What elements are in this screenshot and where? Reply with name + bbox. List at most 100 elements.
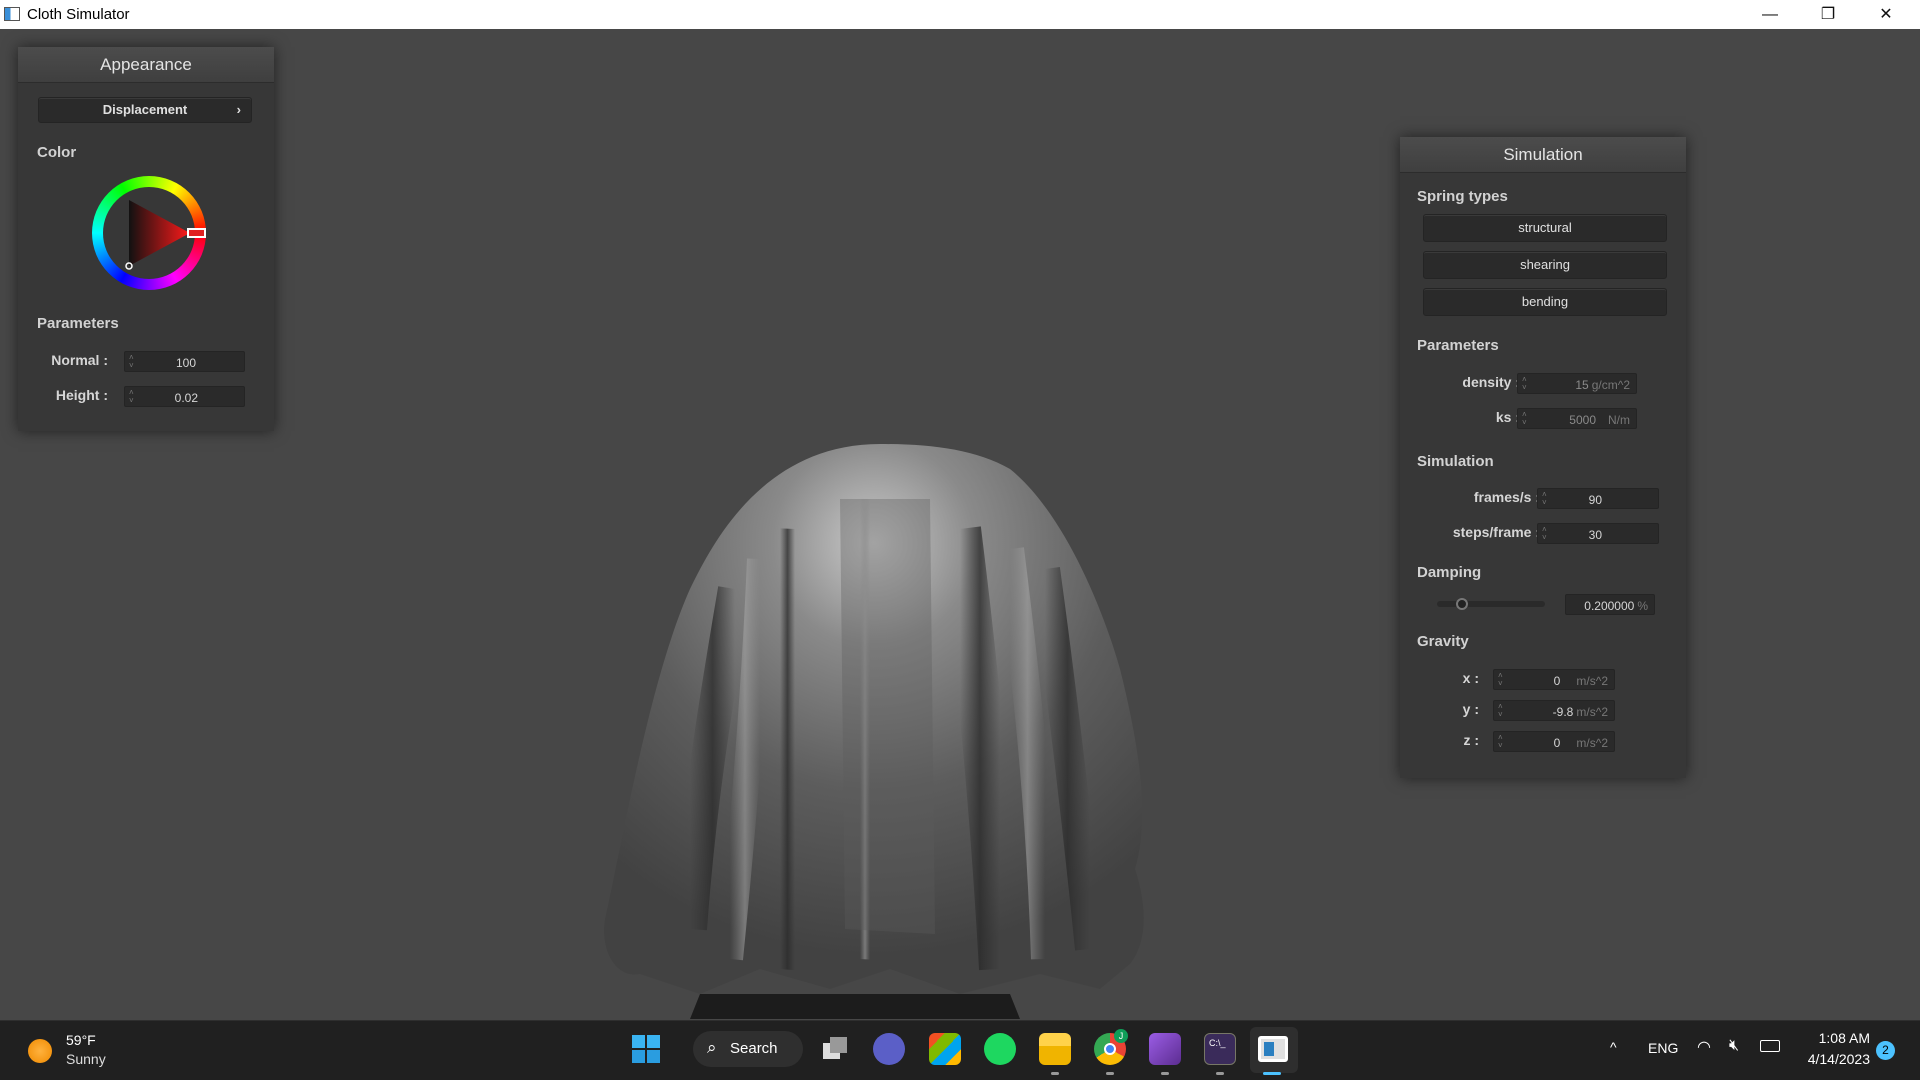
- spinner-arrows-icon[interactable]: ˄ ˅: [1542, 491, 1547, 507]
- sim-parameters-label: Parameters: [1417, 337, 1499, 354]
- teams-chat-icon[interactable]: [873, 1033, 905, 1065]
- ks-unit: N/m: [1608, 413, 1630, 427]
- damping-field[interactable]: 0.200000%: [1565, 594, 1655, 615]
- wifi-icon[interactable]: ◠: [1697, 1037, 1711, 1057]
- gravity-z-label: z :: [1463, 732, 1479, 748]
- taskbar-search-box[interactable]: ⌕ Search: [693, 1031, 803, 1067]
- store-icon[interactable]: [929, 1033, 961, 1065]
- gravity-x-label: x :: [1462, 670, 1479, 686]
- color-wheel[interactable]: [92, 176, 206, 290]
- spinner-arrows-icon[interactable]: ˄ ˅: [1522, 376, 1527, 392]
- damping-value: 0.200000: [1584, 599, 1635, 613]
- sun-icon: [28, 1039, 52, 1063]
- minimize-button[interactable]: —: [1741, 0, 1799, 29]
- displacement-mode-button[interactable]: Displacement ›: [38, 97, 252, 123]
- terminal-running-indicator: [1216, 1072, 1224, 1075]
- appearance-parameters-label: Parameters: [37, 315, 119, 332]
- weather-widget[interactable]: 59°F Sunny: [14, 1029, 134, 1073]
- height-value: 0.02: [174, 391, 198, 405]
- bending-spring-button[interactable]: bending: [1423, 288, 1667, 316]
- gravity-z-unit: m/s^2: [1576, 736, 1608, 750]
- spinner-arrows-icon[interactable]: ˄ ˅: [1498, 672, 1503, 688]
- title-bar: Cloth Simulator — ❐ ✕: [0, 0, 1920, 29]
- start-icon[interactable]: [630, 1033, 662, 1065]
- ks-spinbox[interactable]: ˄ ˅ 5000 N/m: [1517, 408, 1637, 429]
- notification-badge[interactable]: 2: [1876, 1041, 1895, 1060]
- appearance-panel: Appearance Displacement › Color Paramete…: [18, 47, 274, 431]
- height-label: Height :: [55, 387, 108, 403]
- language-indicator[interactable]: ENG: [1648, 1040, 1678, 1056]
- spinner-arrows-icon[interactable]: ˄ ˅: [1498, 734, 1503, 750]
- chevron-right-icon: ›: [236, 102, 241, 117]
- color-section-label: Color: [37, 144, 77, 161]
- fps-value: 90: [1588, 493, 1602, 507]
- normal-spinbox[interactable]: ˄ ˅ 100: [124, 351, 245, 372]
- gravity-x-unit: m/s^2: [1576, 674, 1608, 688]
- density-unit: g/cm^2: [1591, 378, 1630, 392]
- spinner-arrows-icon[interactable]: ˄ ˅: [1542, 526, 1547, 542]
- volume-muted-icon[interactable]: 🔇︎: [1729, 1037, 1739, 1055]
- app-window-icon: [4, 7, 20, 21]
- density-value: 15: [1575, 378, 1589, 392]
- damping-unit: %: [1637, 599, 1648, 613]
- render-viewport[interactable]: Appearance Displacement › Color Paramete…: [0, 29, 1920, 1020]
- spotify-icon[interactable]: [984, 1033, 1016, 1065]
- spinner-arrows-icon[interactable]: ˄ ˅: [1522, 411, 1527, 427]
- simulation-panel: Simulation Spring types structural shear…: [1400, 137, 1686, 778]
- close-button[interactable]: ✕: [1857, 0, 1915, 29]
- gravity-x-value: 0: [1553, 674, 1561, 688]
- gravity-x-spinbox[interactable]: ˄ ˅ 0 m/s^2: [1493, 669, 1615, 690]
- chrome-profile-badge: J: [1114, 1029, 1128, 1043]
- fps-spinbox[interactable]: ˄ ˅ 90: [1537, 488, 1659, 509]
- structural-spring-button[interactable]: structural: [1423, 214, 1667, 242]
- density-spinbox[interactable]: ˄ ˅ 15 g/cm^2: [1517, 373, 1637, 394]
- damping-label: Damping: [1417, 564, 1482, 581]
- gravity-z-spinbox[interactable]: ˄ ˅ 0 m/s^2: [1493, 731, 1615, 752]
- clock-date[interactable]: 4/14/2023: [1780, 1051, 1870, 1067]
- search-label: Search: [730, 1040, 778, 1057]
- ks-value: 5000: [1569, 413, 1596, 427]
- appearance-panel-title: Appearance: [18, 47, 274, 83]
- density-label: density :: [1462, 374, 1520, 390]
- search-icon: ⌕: [707, 1038, 717, 1057]
- damping-slider[interactable]: [1437, 598, 1545, 610]
- ks-label: ks :: [1495, 409, 1520, 425]
- shearing-spring-button[interactable]: shearing: [1423, 251, 1667, 279]
- active-app-indicator: [1263, 1072, 1281, 1075]
- steps-spinbox[interactable]: ˄ ˅ 30: [1537, 523, 1659, 544]
- file-explorer-icon[interactable]: [1039, 1033, 1071, 1065]
- window-title: Cloth Simulator: [27, 6, 130, 23]
- spinner-arrows-icon[interactable]: ˄ ˅: [1498, 703, 1503, 719]
- spinner-arrows-icon[interactable]: ˄ ˅: [129, 389, 134, 405]
- chrome-running-indicator: [1106, 1072, 1114, 1075]
- displacement-mode-label: Displacement: [102, 102, 188, 117]
- gravity-y-spinbox[interactable]: ˄ ˅ -9.8 m/s^2: [1493, 700, 1615, 721]
- tray-overflow-chevron-icon[interactable]: ^: [1610, 1039, 1617, 1055]
- explorer-running-indicator: [1051, 1072, 1059, 1075]
- simulation-section-label: Simulation: [1417, 453, 1494, 470]
- hue-selector-handle[interactable]: [187, 228, 206, 238]
- chrome-icon[interactable]: J: [1094, 1029, 1128, 1065]
- gravity-label: Gravity: [1417, 633, 1469, 650]
- gravity-y-unit: m/s^2: [1576, 705, 1608, 719]
- height-spinbox[interactable]: ˄ ˅ 0.02: [124, 386, 245, 407]
- task-view-icon[interactable]: [819, 1033, 851, 1065]
- taskbar: 59°F Sunny ⌕ Search J C:\_ ^ ENG ◠ 🔇︎ 1:…: [0, 1020, 1920, 1080]
- damping-slider-handle[interactable]: [1456, 598, 1469, 610]
- vs-running-indicator: [1161, 1072, 1169, 1075]
- battery-icon[interactable]: [1760, 1040, 1780, 1052]
- spinner-arrows-icon[interactable]: ˄ ˅: [129, 354, 134, 370]
- weather-condition: Sunny: [66, 1051, 106, 1067]
- visual-studio-icon[interactable]: [1149, 1033, 1181, 1065]
- gravity-z-value: 0: [1553, 736, 1561, 750]
- steps-value: 30: [1588, 528, 1602, 542]
- clock-time[interactable]: 1:08 AM: [1800, 1030, 1870, 1046]
- spring-types-label: Spring types: [1417, 188, 1508, 205]
- cloth-simulator-icon[interactable]: [1258, 1036, 1288, 1062]
- gravity-y-label: y :: [1462, 701, 1479, 717]
- terminal-icon[interactable]: C:\_: [1204, 1033, 1236, 1065]
- weather-temperature: 59°F: [66, 1032, 96, 1048]
- fps-label: frames/s :: [1473, 489, 1540, 505]
- maximize-button[interactable]: ❐: [1799, 0, 1857, 29]
- gravity-y-value: -9.8: [1552, 705, 1574, 719]
